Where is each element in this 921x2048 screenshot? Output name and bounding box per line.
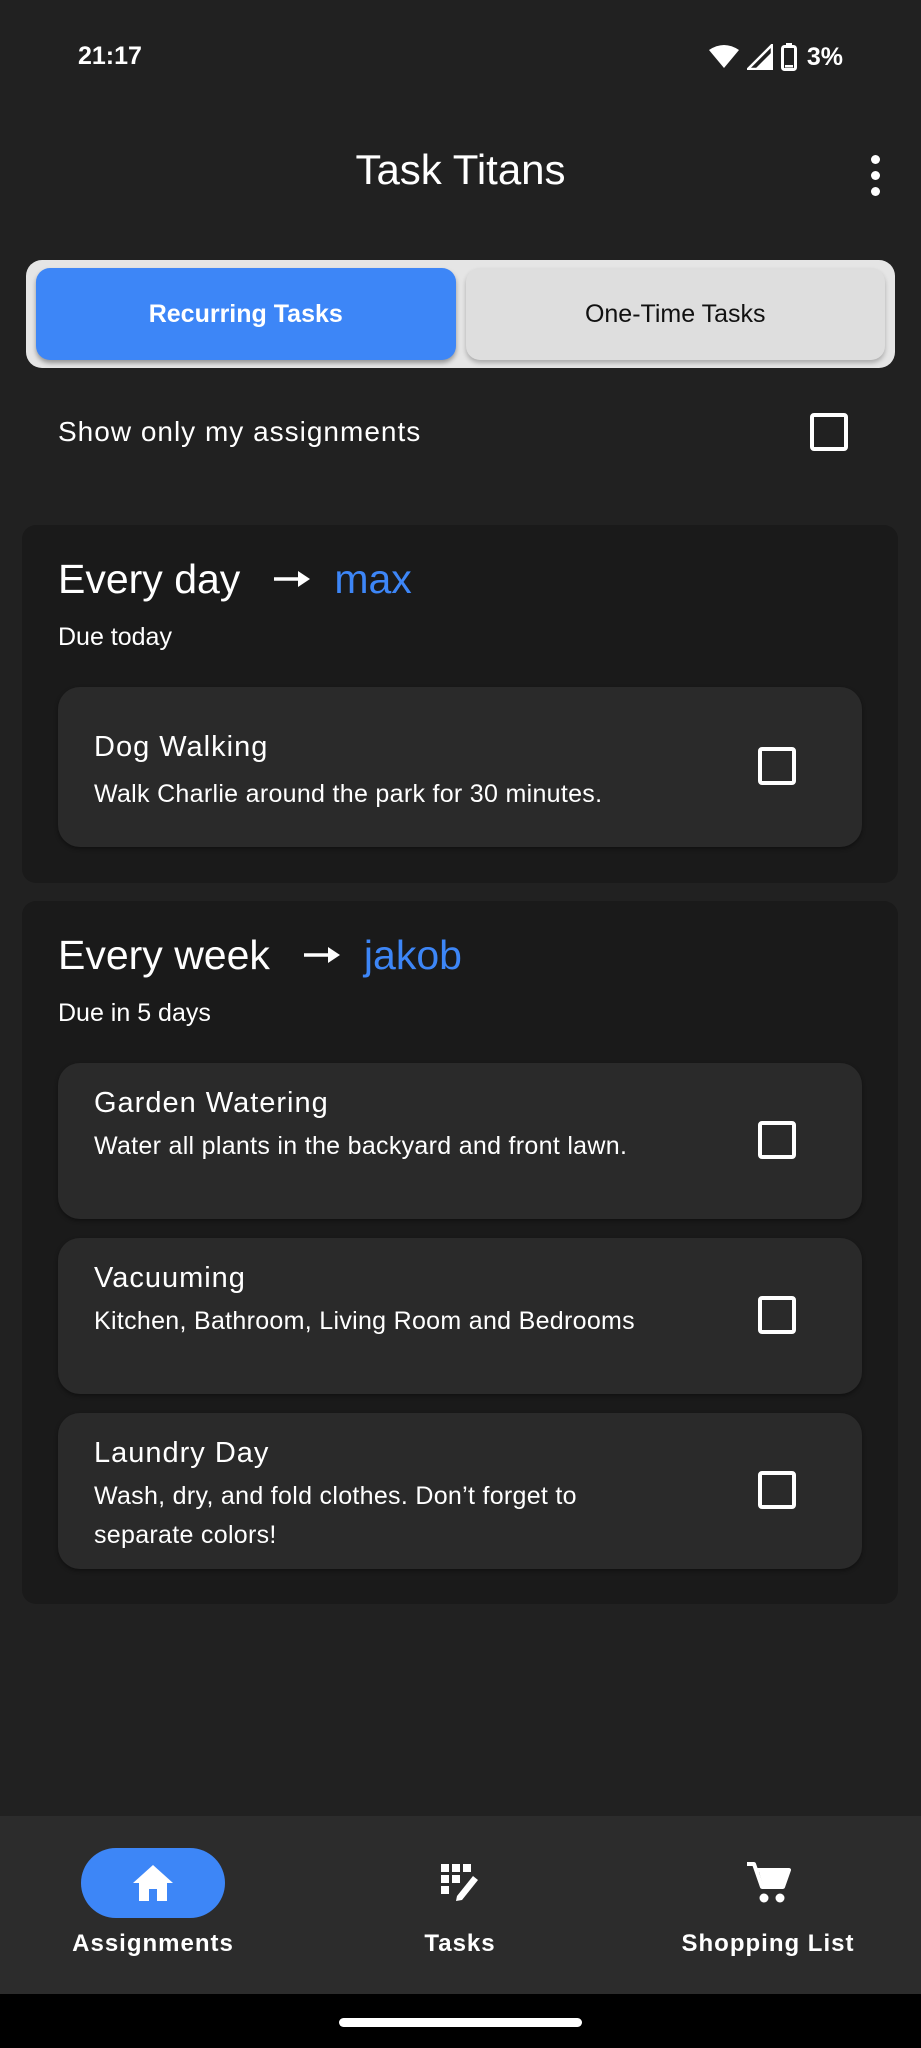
task-checkbox[interactable] bbox=[758, 1296, 796, 1334]
task-group-every-day: Every day max Due today Dog Walking Walk… bbox=[22, 525, 898, 883]
nav-item-assignments[interactable]: Assignments bbox=[72, 1816, 234, 1994]
nav-indicator bbox=[81, 1848, 225, 1918]
nav-indicator bbox=[696, 1848, 840, 1918]
task-card[interactable]: Garden Watering Water all plants in the … bbox=[58, 1063, 862, 1219]
tasks-icon bbox=[441, 1864, 478, 1901]
tab-recurring-tasks[interactable]: Recurring Tasks bbox=[36, 268, 456, 360]
nav-label: Shopping List bbox=[681, 1930, 855, 1957]
filter-label: Show only my assignments bbox=[58, 416, 422, 447]
task-checkbox[interactable] bbox=[758, 747, 796, 785]
group-header: Every week jakob bbox=[58, 927, 462, 983]
group-due-text: Due today bbox=[58, 623, 172, 651]
app-screen: 21:17 3% Task Titans Recurring Tasks One… bbox=[0, 0, 921, 2048]
status-time: 21:17 bbox=[78, 42, 142, 70]
more-vert-icon[interactable] bbox=[857, 150, 893, 200]
nav-item-tasks[interactable]: Tasks bbox=[388, 1816, 532, 1994]
cart-icon bbox=[747, 1862, 791, 1903]
task-checkbox[interactable] bbox=[758, 1121, 796, 1159]
gesture-navigation-area bbox=[0, 1994, 921, 2048]
nav-item-shopping-list[interactable]: Shopping List bbox=[668, 1816, 868, 1994]
task-group-every-week: Every week jakob Due in 5 days Garden Wa… bbox=[22, 901, 898, 1604]
task-type-tabs: Recurring Tasks One-Time Tasks bbox=[26, 260, 895, 368]
group-assignee: jakob bbox=[363, 931, 462, 978]
group-due-text: Due in 5 days bbox=[58, 999, 211, 1027]
battery-percentage: 3% bbox=[806, 42, 843, 71]
wifi-icon bbox=[708, 45, 739, 68]
task-title: Vacuuming bbox=[94, 1262, 246, 1294]
cell-signal-icon bbox=[746, 44, 773, 70]
task-description: Walk Charlie around the park for 30 minu… bbox=[94, 780, 603, 808]
filter-row: Show only my assignments bbox=[58, 405, 848, 459]
nav-label: Tasks bbox=[424, 1930, 496, 1957]
task-title: Laundry Day bbox=[94, 1437, 270, 1469]
home-icon bbox=[133, 1865, 173, 1901]
show-my-assignments-checkbox[interactable] bbox=[810, 413, 848, 451]
group-header: Every day max bbox=[58, 551, 412, 607]
task-card[interactable]: Dog Walking Walk Charlie around the park… bbox=[58, 687, 862, 847]
group-assignee: max bbox=[334, 555, 412, 602]
nav-indicator bbox=[388, 1848, 532, 1918]
bottom-navigation: Assignments Tasks Shopping List bbox=[0, 1816, 921, 1994]
status-bar: 21:17 3% bbox=[0, 0, 921, 110]
arrow-right-icon bbox=[303, 947, 340, 963]
task-title: Garden Watering bbox=[94, 1087, 329, 1119]
status-icons: 3% bbox=[708, 40, 843, 74]
task-description: Water all plants in the backyard and fro… bbox=[94, 1132, 628, 1160]
gesture-handle[interactable] bbox=[339, 2018, 582, 2027]
nav-label: Assignments bbox=[72, 1930, 234, 1957]
task-checkbox[interactable] bbox=[758, 1471, 796, 1509]
task-description: Kitchen, Bathroom, Living Room and Bedro… bbox=[94, 1307, 635, 1335]
task-card[interactable]: Vacuuming Kitchen, Bathroom, Living Room… bbox=[58, 1238, 862, 1394]
battery-icon bbox=[780, 43, 797, 71]
task-card[interactable]: Laundry Day Wash, dry, and fold clothes.… bbox=[58, 1413, 862, 1569]
tab-one-time-tasks[interactable]: One-Time Tasks bbox=[465, 268, 885, 360]
app-title: Task Titans bbox=[355, 146, 566, 193]
arrow-right-icon bbox=[274, 571, 311, 587]
group-frequency: Every day bbox=[58, 555, 241, 602]
group-frequency: Every week bbox=[58, 931, 270, 978]
task-description: Wash, dry, and fold clothes. Don’t forge… bbox=[94, 1482, 577, 1549]
task-title: Dog Walking bbox=[94, 731, 269, 763]
